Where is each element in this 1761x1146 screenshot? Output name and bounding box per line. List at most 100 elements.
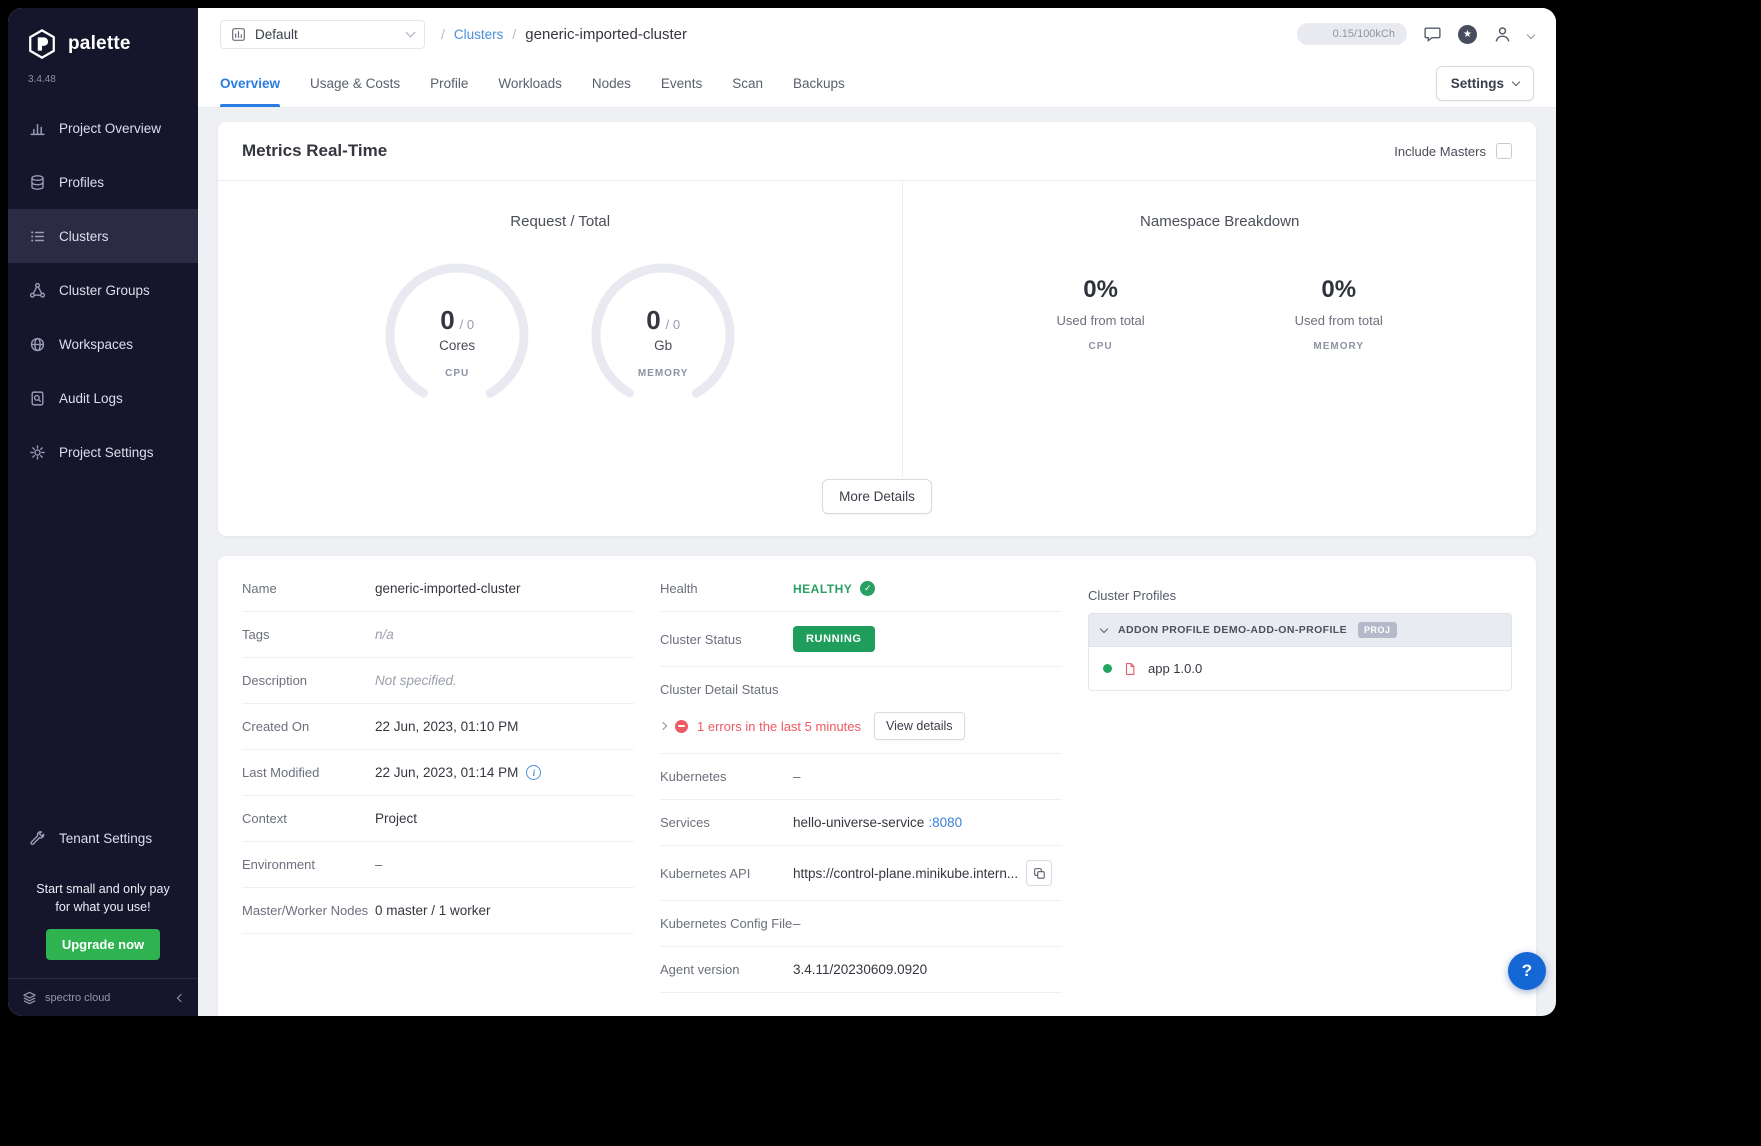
upgrade-button[interactable]: Upgrade now <box>46 929 160 960</box>
pack-file-icon <box>1123 662 1137 676</box>
topbar: Default / Clusters / generic-imported-cl… <box>198 8 1556 60</box>
request-total-section: Request / Total 0 / 0 <box>218 181 903 477</box>
app-version: 3.4.48 <box>8 74 198 85</box>
chevron-right-icon[interactable] <box>659 722 667 730</box>
detail-row-agent-version: Agent version 3.4.11/20230609.0920 <box>660 947 1062 993</box>
running-badge: RUNNING <box>793 626 875 652</box>
detail-row-description: Description Not specified. <box>242 658 634 704</box>
copy-button[interactable] <box>1026 860 1052 886</box>
settings-button[interactable]: Settings <box>1436 66 1534 101</box>
proj-badge: PROJ <box>1358 622 1397 638</box>
tab-profile[interactable]: Profile <box>430 60 468 107</box>
view-details-button[interactable]: View details <box>874 712 964 740</box>
main-area: Default / Clusters / generic-imported-cl… <box>198 8 1556 1016</box>
service-port-link[interactable]: :8080 <box>928 815 962 830</box>
metrics-title: Metrics Real-Time <box>242 141 387 161</box>
metrics-card-header: Metrics Real-Time Include Masters <box>218 122 1536 181</box>
cluster-profiles-section: Cluster Profiles ADDON PROFILE DEMO-ADD-… <box>1088 566 1512 691</box>
detail-row-health: Health HEALTHY ✓ <box>660 566 1062 612</box>
profile-app-row[interactable]: app 1.0.0 <box>1088 647 1512 691</box>
gauges: 0 / 0 Cores CPU <box>218 260 902 410</box>
detail-row-last-modified: Last Modified 22 Jun, 2023, 01:14 PM i <box>242 750 634 796</box>
tab-overview[interactable]: Overview <box>220 60 280 107</box>
sidebar-item-tenant-settings[interactable]: Tenant Settings <box>8 812 198 866</box>
cluster-tabs: Overview Usage & Costs Profile Workloads… <box>220 60 845 107</box>
namespace-stats: 0% Used from total CPU 0% Used from tota… <box>903 276 1536 352</box>
tab-workloads[interactable]: Workloads <box>498 60 562 107</box>
tab-usage-costs[interactable]: Usage & Costs <box>310 60 400 107</box>
sidebar-nav: Project Overview Profiles Clusters Clust… <box>8 101 198 479</box>
check-icon: ✓ <box>860 581 875 596</box>
list-icon <box>28 227 46 245</box>
promo-text: Start small and only pay for what you us… <box>18 880 188 918</box>
detail-row-services: Services hello-universe-service :8080 <box>660 800 1062 846</box>
namespace-memory-stat: 0% Used from total MEMORY <box>1295 276 1383 352</box>
gear-icon <box>28 443 46 461</box>
detail-row-kubernetes: Kubernetes – <box>660 754 1062 800</box>
notifications-icon[interactable]: ★ <box>1458 25 1477 44</box>
sidebar-item-clusters[interactable]: Clusters <box>8 209 198 263</box>
bar-chart-icon <box>28 119 46 137</box>
memory-gauge: 0 / 0 Gb MEMORY <box>588 260 738 410</box>
detail-row-kubernetes-api: Kubernetes API https://control-plane.min… <box>660 846 1062 901</box>
sidebar-item-profiles[interactable]: Profiles <box>8 155 198 209</box>
sidebar: palette 3.4.48 Project Overview Profiles <box>8 8 198 1016</box>
detail-row-context: Context Project <box>242 796 634 842</box>
topbar-actions: 0.15/100kCh ★ <box>1297 23 1534 45</box>
detail-row-master-worker-nodes: Master/Worker Nodes 0 master / 1 worker <box>242 888 634 934</box>
detail-row-created-on: Created On 22 Jun, 2023, 01:10 PM <box>242 704 634 750</box>
detail-row-kubernetes-config-file: Kubernetes Config File – <box>660 901 1062 947</box>
include-masters-control: Include Masters <box>1394 143 1512 159</box>
profile-app-label: app 1.0.0 <box>1148 661 1202 676</box>
chevron-down-icon <box>1512 78 1520 86</box>
profile-group-header[interactable]: ADDON PROFILE DEMO-ADD-ON-PROFILE PROJ <box>1088 613 1512 647</box>
more-details-button[interactable]: More Details <box>822 479 932 514</box>
namespace-breakdown-title: Namespace Breakdown <box>903 213 1536 230</box>
page-title: generic-imported-cluster <box>525 26 687 43</box>
help-button[interactable]: ? <box>1508 952 1546 990</box>
error-row: 1 errors in the last 5 minutes View deta… <box>660 712 1062 740</box>
user-menu-chevron-icon[interactable] <box>1528 25 1534 43</box>
database-icon <box>28 173 46 191</box>
info-icon[interactable]: i <box>526 765 541 780</box>
sidebar-item-cluster-groups[interactable]: Cluster Groups <box>8 263 198 317</box>
project-chart-icon <box>231 27 246 42</box>
brand: palette <box>8 8 198 64</box>
tab-scan[interactable]: Scan <box>732 60 763 107</box>
cluster-profiles-panel: ADDON PROFILE DEMO-ADD-ON-PROFILE PROJ a… <box>1088 613 1512 691</box>
network-icon <box>28 281 46 299</box>
sidebar-item-project-overview[interactable]: Project Overview <box>8 101 198 155</box>
sidebar-footer: spectro cloud <box>8 978 198 1016</box>
spectro-cloud-logo-icon <box>22 990 37 1005</box>
metrics-card: Metrics Real-Time Include Masters Reques… <box>218 122 1536 536</box>
request-total-title: Request / Total <box>218 213 902 230</box>
cluster-detail-status-block: Cluster Detail Status 1 errors in the la… <box>660 667 1062 754</box>
include-masters-checkbox[interactable] <box>1496 143 1512 159</box>
chevron-down-icon <box>1100 624 1108 632</box>
collapse-sidebar-icon[interactable] <box>178 992 184 1004</box>
cluster-profiles-title: Cluster Profiles <box>1088 588 1512 603</box>
breadcrumb-clusters-link[interactable]: Clusters <box>454 27 504 42</box>
breadcrumb: / Clusters / generic-imported-cluster <box>441 26 687 43</box>
tab-backups[interactable]: Backups <box>793 60 845 107</box>
usage-pill: 0.15/100kCh <box>1297 23 1407 45</box>
palette-logo-icon <box>26 28 58 60</box>
chat-icon[interactable] <box>1423 25 1442 44</box>
chevron-down-icon <box>406 28 416 38</box>
user-icon[interactable] <box>1493 25 1512 44</box>
health-status: HEALTHY <box>793 582 852 596</box>
tab-nodes[interactable]: Nodes <box>592 60 631 107</box>
page-content: Metrics Real-Time Include Masters Reques… <box>198 108 1556 1016</box>
detail-row-tags: Tags n/a <box>242 612 634 658</box>
project-selector[interactable]: Default <box>220 20 425 49</box>
app-window: palette 3.4.48 Project Overview Profiles <box>8 8 1556 1016</box>
sidebar-item-project-settings[interactable]: Project Settings <box>8 425 198 479</box>
globe-icon <box>28 335 46 353</box>
namespace-breakdown-section: Namespace Breakdown 0% Used from total C… <box>903 181 1536 477</box>
error-dot-icon <box>675 720 688 733</box>
cpu-gauge: 0 / 0 Cores CPU <box>382 260 532 410</box>
sidebar-item-workspaces[interactable]: Workspaces <box>8 317 198 371</box>
copy-icon <box>1033 867 1046 880</box>
tab-events[interactable]: Events <box>661 60 702 107</box>
sidebar-item-audit-logs[interactable]: Audit Logs <box>8 371 198 425</box>
